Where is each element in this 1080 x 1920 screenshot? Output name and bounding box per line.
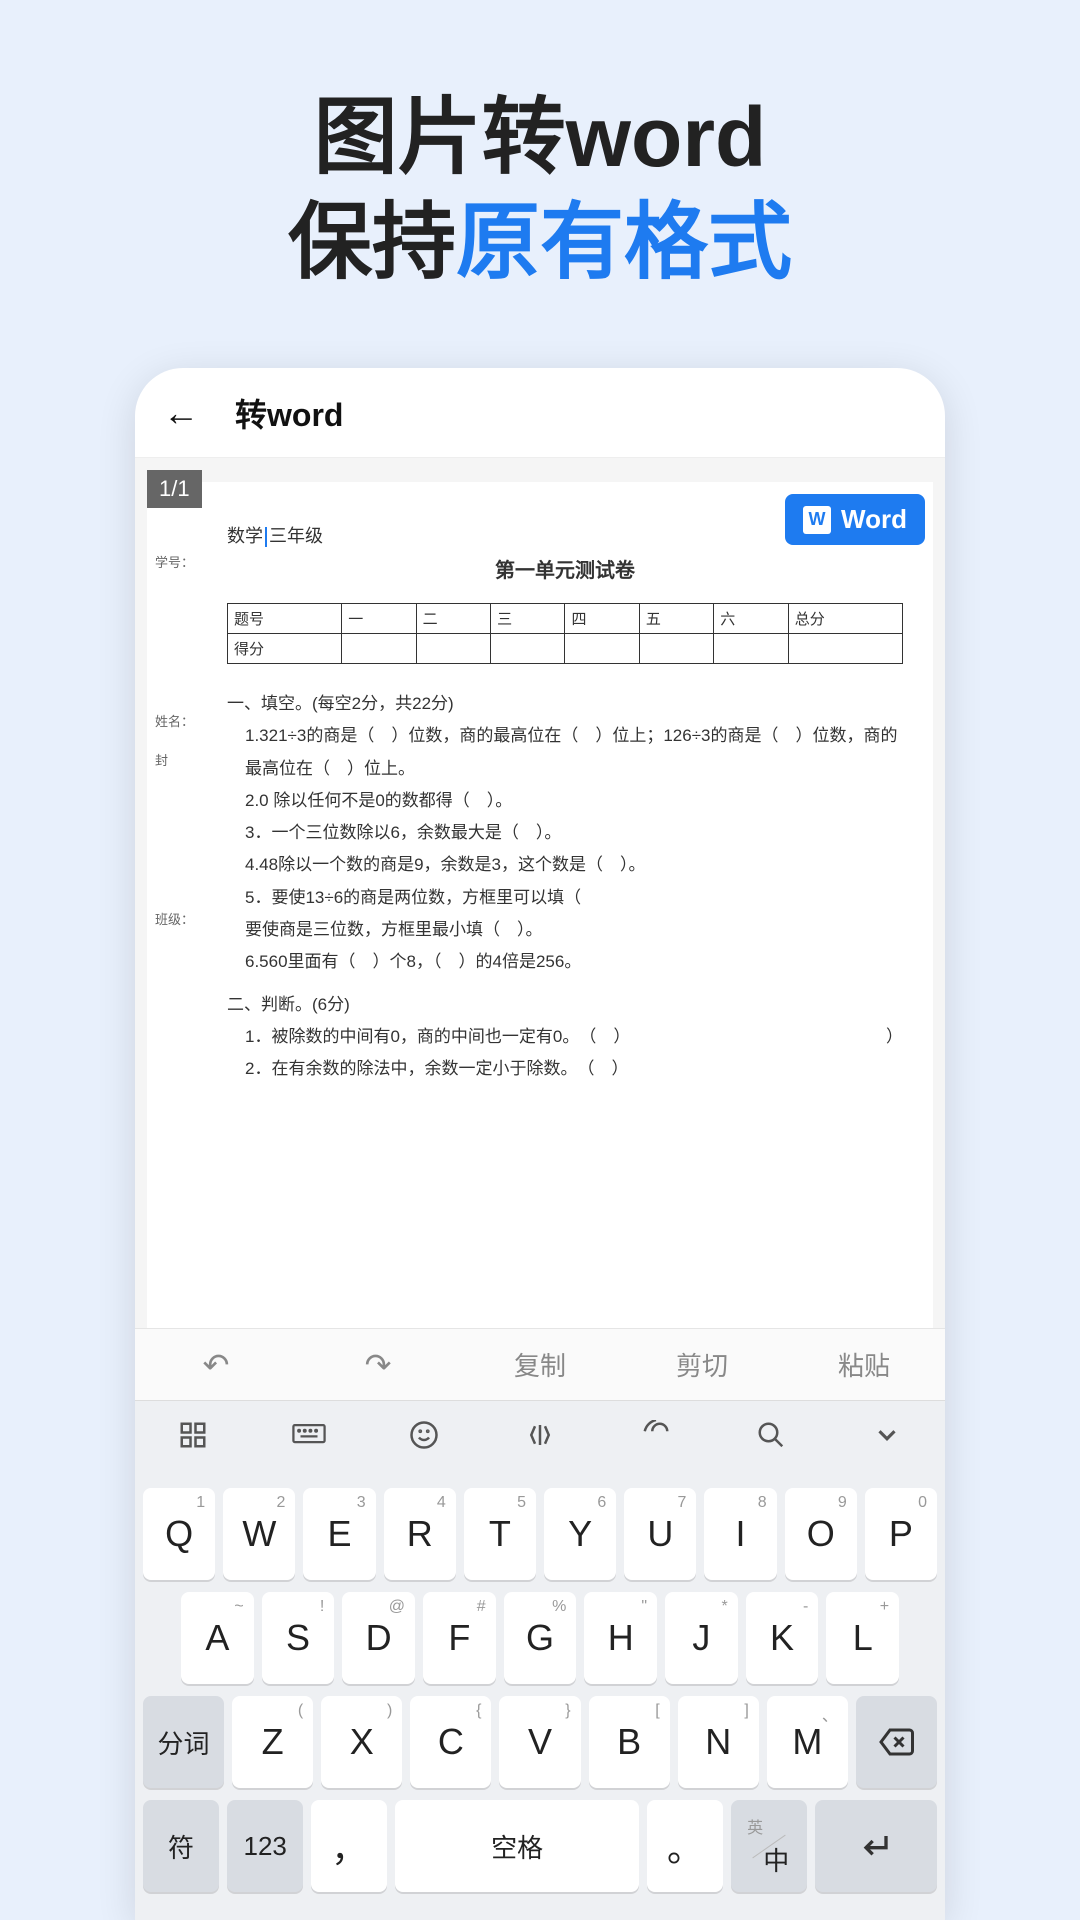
export-word-button[interactable]: W Word: [785, 494, 925, 545]
key-q[interactable]: 1Q: [143, 1488, 215, 1580]
cut-button[interactable]: 剪切: [621, 1346, 783, 1383]
collapse-keyboard-icon[interactable]: [857, 1420, 917, 1459]
table-header-row: 题号 一 二 三 四 五 六 总分: [228, 604, 903, 634]
comma-key[interactable]: ，: [311, 1800, 387, 1892]
key-j[interactable]: *J: [665, 1592, 738, 1684]
edit-toolbar: ↶ ↷ 复制 剪切 粘贴: [135, 1328, 945, 1400]
word-button-label: Word: [841, 504, 907, 535]
cursor-mode-icon[interactable]: [510, 1420, 570, 1459]
app-bar: ← 转word: [135, 368, 945, 458]
key-d[interactable]: @D: [342, 1592, 415, 1684]
enter-key[interactable]: [815, 1800, 937, 1892]
document-body: 数学三年级 第一单元测试卷 题号 一 二 三 四 五 六 总分 得: [227, 522, 903, 1086]
key-x[interactable]: )X: [321, 1696, 402, 1788]
headline-line-1: 图片转word: [0, 85, 1080, 190]
backspace-key[interactable]: [856, 1696, 937, 1788]
key-a[interactable]: ~A: [181, 1592, 254, 1684]
document-page[interactable]: 学号： 姓名： 封 班级： 数学三年级 第一单元测试卷 题号 一 二 三: [147, 482, 933, 1328]
exam-title: 第一单元测试卷: [227, 554, 903, 583]
key-z[interactable]: (Z: [232, 1696, 313, 1788]
search-icon[interactable]: [741, 1420, 801, 1459]
back-button[interactable]: ←: [163, 392, 199, 434]
phone-frame: ← 转word 1/1 W Word 学号： 姓名： 封 班级： 数学三年级 第…: [135, 368, 945, 1920]
key-k[interactable]: -K: [746, 1592, 819, 1684]
copy-button[interactable]: 复制: [459, 1346, 621, 1383]
key-w[interactable]: 2W: [223, 1488, 295, 1580]
segment-key[interactable]: 分词: [143, 1696, 224, 1788]
word-icon: W: [803, 506, 831, 534]
keyboard-row-1: 1Q2W3E4R5T6Y7U8I9O0P: [143, 1488, 937, 1580]
grid-icon[interactable]: [163, 1420, 223, 1459]
voice-icon[interactable]: [626, 1420, 686, 1459]
key-p[interactable]: 0P: [865, 1488, 937, 1580]
key-n[interactable]: ]N: [678, 1696, 759, 1788]
text-cursor: [265, 527, 267, 547]
key-m[interactable]: 、M: [767, 1696, 848, 1788]
key-r[interactable]: 4R: [384, 1488, 456, 1580]
soft-keyboard: 1Q2W3E4R5T6Y7U8I9O0P ~A!S@D#F%G"H*J-K+L …: [135, 1478, 945, 1920]
keyboard-row-2: ~A!S@D#F%G"H*J-K+L: [143, 1592, 937, 1684]
page-title: 转word: [235, 390, 343, 436]
marketing-headline: 图片转word 保持原有格式: [0, 0, 1080, 295]
space-key[interactable]: 空格: [395, 1800, 639, 1892]
key-b[interactable]: [B: [589, 1696, 670, 1788]
score-table: 题号 一 二 三 四 五 六 总分 得分: [227, 603, 903, 664]
key-i[interactable]: 8I: [704, 1488, 776, 1580]
key-o[interactable]: 9O: [785, 1488, 857, 1580]
keyboard-toolbar: [135, 1400, 945, 1478]
key-h[interactable]: "H: [584, 1592, 657, 1684]
keyboard-switch-icon[interactable]: [279, 1420, 339, 1459]
key-t[interactable]: 5T: [464, 1488, 536, 1580]
redo-button[interactable]: ↷: [297, 1346, 459, 1384]
undo-button[interactable]: ↶: [135, 1346, 297, 1384]
headline-line-2: 保持原有格式: [0, 190, 1080, 295]
key-c[interactable]: {C: [410, 1696, 491, 1788]
key-l[interactable]: +L: [826, 1592, 899, 1684]
keyboard-row-4: 符 123 ， 空格 。 英 中: [143, 1800, 937, 1892]
document-viewport[interactable]: 1/1 W Word 学号： 姓名： 封 班级： 数学三年级 第一单元测试卷: [135, 458, 945, 1328]
keyboard-row-3: 分词(Z)X{C}V[B]N、M: [143, 1696, 937, 1788]
key-f[interactable]: #F: [423, 1592, 496, 1684]
key-y[interactable]: 6Y: [544, 1488, 616, 1580]
exam-side-labels: 学号： 姓名： 封 班级：: [155, 552, 213, 1068]
table-score-row: 得分: [228, 634, 903, 664]
key-e[interactable]: 3E: [303, 1488, 375, 1580]
emoji-icon[interactable]: [394, 1420, 454, 1459]
paste-button[interactable]: 粘贴: [783, 1346, 945, 1383]
language-toggle-key[interactable]: 英 中: [731, 1800, 807, 1892]
key-v[interactable]: }V: [499, 1696, 580, 1788]
period-key[interactable]: 。: [647, 1800, 723, 1892]
key-s[interactable]: !S: [262, 1592, 335, 1684]
key-g[interactable]: %G: [504, 1592, 577, 1684]
key-u[interactable]: 7U: [624, 1488, 696, 1580]
symbols-key[interactable]: 符: [143, 1800, 219, 1892]
page-indicator: 1/1: [147, 470, 202, 508]
numbers-key[interactable]: 123: [227, 1800, 303, 1892]
section-fill: 一、填空。(每空2分，共22分) 1.321÷3的商是（ ）位数，商的最高位在（…: [227, 688, 903, 1086]
